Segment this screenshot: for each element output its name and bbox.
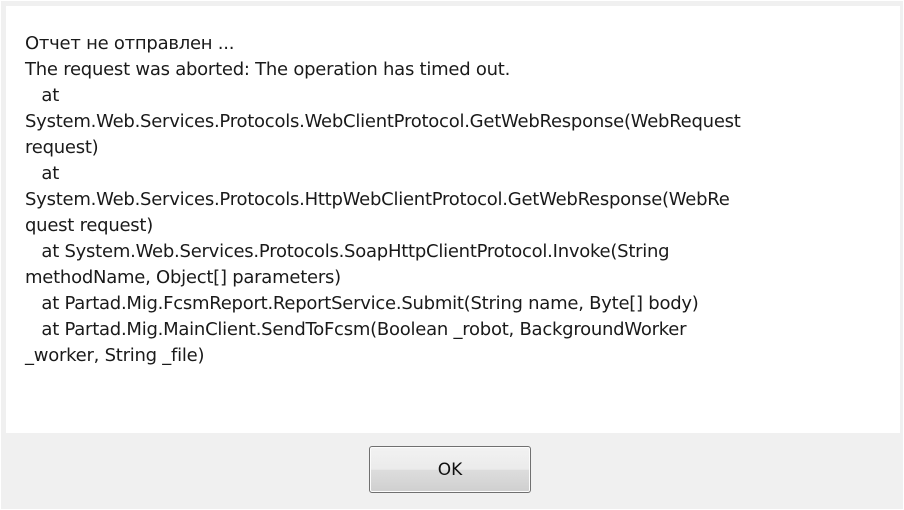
button-bar: OK [6,433,900,506]
stack-trace-line: System.Web.Services.Protocols.WebClientP… [25,111,741,132]
stack-trace-line: methodName, Object[] parameters) [25,267,341,288]
message-line-title: Отчет не отправлен ... [25,33,235,54]
message-line-error: The request was aborted: The operation h… [25,59,511,80]
error-message: Отчет не отправлен ... The request was a… [25,31,893,369]
ok-button[interactable]: OK [369,446,531,493]
stack-trace-line: at [25,85,60,106]
stack-trace-line: request) [25,137,99,158]
stack-trace-line: System.Web.Services.Protocols.HttpWebCli… [25,189,730,210]
stack-trace-line: at [25,163,60,184]
stack-trace-line: at System.Web.Services.Protocols.SoapHtt… [25,241,670,262]
message-panel: Отчет не отправлен ... The request was a… [6,6,900,433]
error-dialog: Отчет не отправлен ... The request was a… [0,0,904,510]
stack-trace-line: _worker, String _file) [25,345,205,366]
stack-trace-line: at Partad.Mig.MainClient.SendToFcsm(Bool… [25,319,687,340]
stack-trace-line: at Partad.Mig.FcsmReport.ReportService.S… [25,293,699,314]
stack-trace-line: quest request) [25,215,154,236]
